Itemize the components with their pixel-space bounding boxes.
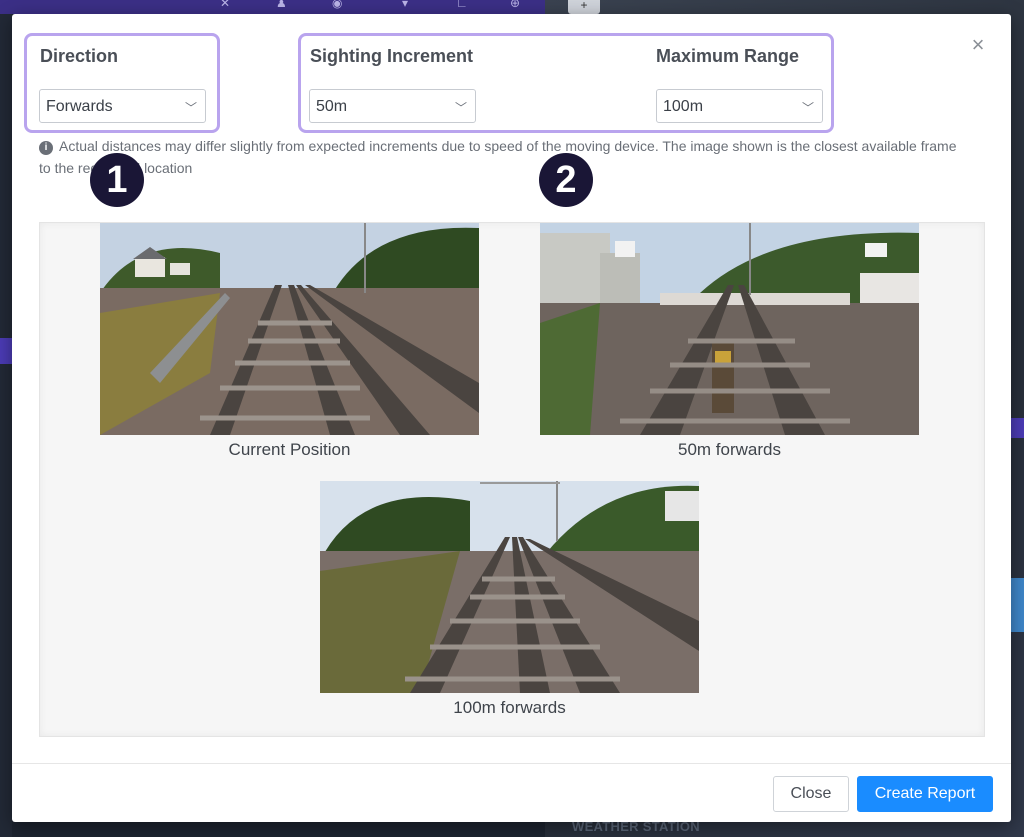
background-tab xyxy=(1010,418,1024,438)
maximum-range-select[interactable]: 100m ﹀ xyxy=(656,89,823,123)
sighting-increment-select[interactable]: 50m ﹀ xyxy=(309,89,476,123)
photo-100m-forwards: 100m forwards xyxy=(320,481,699,718)
close-icon[interactable]: × xyxy=(967,34,989,56)
photo-caption: Current Position xyxy=(228,440,351,459)
info-note: i Actual distances may differ slightly fr… xyxy=(39,135,969,179)
direction-label: Direction xyxy=(40,46,119,66)
step-badge-1: 1 xyxy=(90,153,144,207)
maximum-range-label: Maximum Range xyxy=(656,46,800,66)
info-text: Actual distances may differ slightly fro… xyxy=(39,138,957,176)
sighting-increment-label: Sighting Increment xyxy=(310,46,474,66)
zoom-in-button: + xyxy=(568,0,600,14)
railway-photo xyxy=(540,223,919,435)
railway-photo xyxy=(100,223,479,435)
background-sidebar xyxy=(0,14,12,837)
ruler-icon: ∟ xyxy=(456,0,468,10)
zoom-icon: ⊕ xyxy=(510,0,521,10)
sighting-increment-value: 50m xyxy=(316,98,348,115)
photo-50m-forwards: 50m forwards xyxy=(540,223,919,460)
background-panel-tab xyxy=(1010,578,1024,632)
background-badge xyxy=(0,338,12,364)
close-icon: ✕ xyxy=(220,0,231,10)
direction-value: Forwards xyxy=(46,98,113,115)
step-badge-2: 2 xyxy=(539,153,593,207)
footer-divider xyxy=(12,763,1011,764)
chevron-down-icon: ﹀ xyxy=(184,101,197,115)
user-icon: ♟ xyxy=(276,0,287,10)
target-icon: ◉ xyxy=(332,0,343,10)
sighting-gallery: Current Position 50m forwards 100m forwa… xyxy=(39,222,985,737)
create-report-button[interactable]: Create Report xyxy=(857,776,993,812)
chevron-down-icon: ﹀ xyxy=(801,101,814,115)
background-toolbar: ✕ ♟ ◉ ▾ ∟ ⊕ xyxy=(0,0,545,14)
photo-current-position: Current Position xyxy=(100,223,479,460)
chevron-down-icon: ﹀ xyxy=(454,101,467,115)
photo-caption: 50m forwards xyxy=(678,440,781,459)
maximum-range-value: 100m xyxy=(663,98,704,115)
shield-icon: ▾ xyxy=(402,0,409,10)
direction-select[interactable]: Forwards ﹀ xyxy=(39,89,206,123)
sighting-modal: × Direction Forwards ﹀ Sighting Incremen… xyxy=(12,14,1011,822)
railway-photo xyxy=(320,481,699,693)
photo-caption: 100m forwards xyxy=(453,698,566,717)
info-icon: i xyxy=(39,141,53,155)
close-button[interactable]: Close xyxy=(773,776,849,812)
